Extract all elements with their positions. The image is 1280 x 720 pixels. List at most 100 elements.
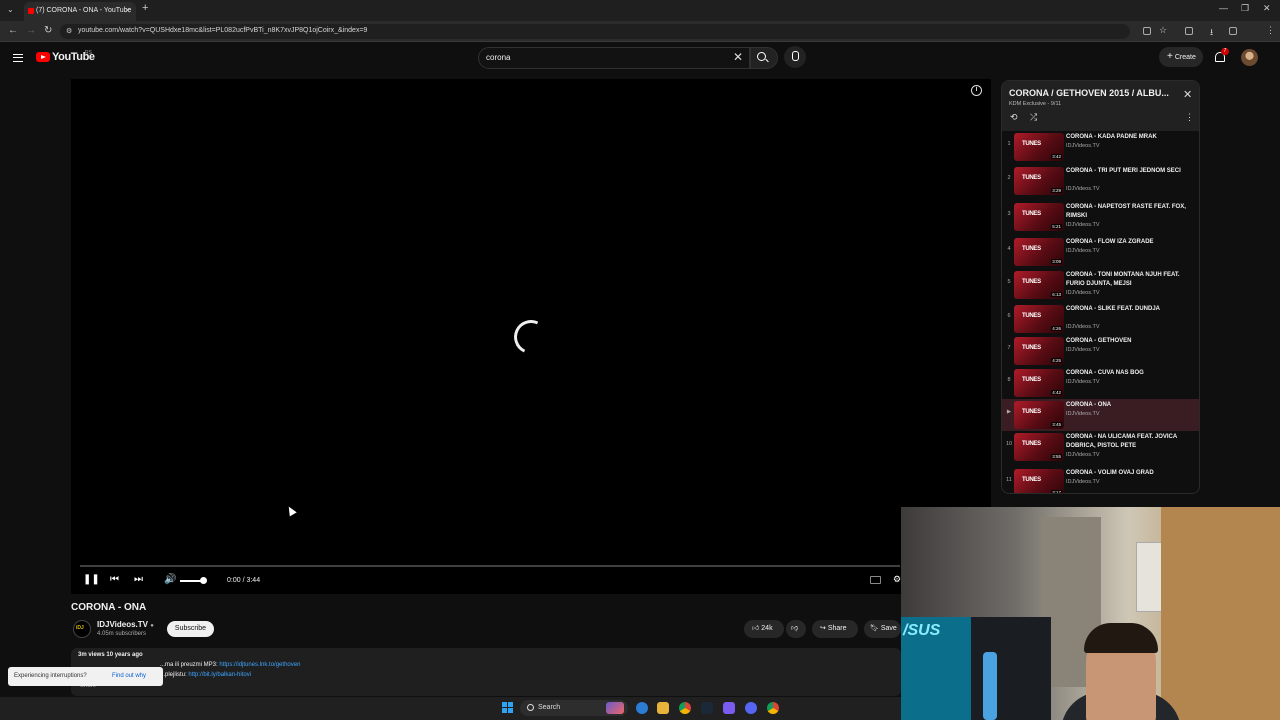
thumbs-down-icon: 👎︎ — [791, 625, 799, 632]
restore-icon[interactable]: ❐ — [1241, 3, 1249, 14]
webcam-cabinet — [1161, 507, 1280, 720]
channel-avatar[interactable] — [73, 620, 91, 638]
browser-menu-icon[interactable]: ⋮ — [1266, 25, 1275, 36]
youtube-logo-icon[interactable] — [36, 52, 50, 62]
playlist-item-channel: IDJVideos.TV — [1066, 186, 1100, 192]
new-tab-icon[interactable]: + — [142, 2, 148, 14]
playlist-more-icon[interactable]: ⋮ — [1185, 112, 1194, 123]
playlist-item-title: CORONA - TRI PUT MERI JEDNOM SECI — [1066, 168, 1181, 174]
progress-bar[interactable] — [80, 565, 900, 567]
desc-line1-text: ...ma ili preuzmi MP3: — [160, 662, 220, 668]
subtitles-icon[interactable] — [870, 576, 881, 584]
previous-icon[interactable]: ⏮ — [110, 574, 119, 585]
shuffle-icon[interactable]: ⤮ — [1030, 112, 1037, 123]
gethoven-link[interactable]: https://idjtunes.lnk.to/gethoven — [219, 662, 300, 668]
webcam-person-hair — [1084, 623, 1158, 653]
app-icon[interactable] — [723, 702, 735, 714]
extensions-icon[interactable] — [1185, 27, 1193, 35]
duration-badge: 3:55 — [1051, 454, 1062, 459]
playlist-item-number: 10 — [1005, 441, 1013, 447]
playlist-item[interactable]: 2 3:29 CORONA - TRI PUT MERI JEDNOM SECI ID… — [1002, 165, 1199, 197]
window-close-icon[interactable]: ✕ — [1263, 3, 1271, 14]
create-button[interactable]: + Create — [1159, 47, 1203, 67]
bookmark-star-icon[interactable]: ☆ — [1159, 25, 1167, 36]
playlist-item[interactable]: ▶ 3:45 CORONA - ONA IDJVideos.TV — [1002, 399, 1199, 431]
share-button[interactable]: ↪ Share — [812, 620, 858, 638]
playlist-item[interactable]: 11 3:17 CORONA - VOLIM OVAJ GRAD IDJVideos.… — [1002, 467, 1199, 493]
duration-badge: 3:09 — [1051, 259, 1062, 264]
edge-icon[interactable] — [636, 702, 648, 714]
playlist-item-thumbnail[interactable]: 4:25 — [1014, 337, 1064, 365]
playlist-close-icon[interactable]: ✕ — [1183, 88, 1192, 101]
playlist-item-title: CORONA - TONI MONTANA NJUH FEAT. FURIO D… — [1066, 272, 1180, 287]
next-icon[interactable]: ⏭ — [134, 574, 143, 585]
voice-search-icon[interactable] — [784, 46, 806, 68]
playlist-item-thumbnail[interactable]: 3:45 — [1014, 401, 1064, 429]
playlist-item-thumbnail[interactable]: 6:13 — [1014, 271, 1064, 299]
chrome-icon[interactable] — [679, 702, 691, 714]
playlist-item-thumbnail[interactable]: 3:42 — [1014, 133, 1064, 161]
channel-name-text: IDJVideos.TV — [97, 620, 148, 629]
duration-badge: 6:13 — [1051, 292, 1062, 297]
browser-tab[interactable]: (7) CORONA - ONA - YouTube ✕ — [24, 2, 136, 21]
playlist-title[interactable]: CORONA / GETHOVEN 2015 / ALBU... — [1009, 88, 1179, 98]
playlist-item[interactable]: 7 4:25 CORONA - GETHOVEN IDJVideos.TV — [1002, 335, 1199, 367]
playlist-item-number: ▶ — [1006, 409, 1012, 415]
like-button[interactable]: 👍︎ 24k — [744, 620, 784, 638]
playlist-item[interactable]: 3 5:21 CORONA - NAPETOST RASTE FEAT. FOX, … — [1002, 201, 1199, 233]
reload-icon[interactable]: ↻ — [44, 25, 52, 36]
save-button[interactable]: 🔖︎ Save — [864, 620, 901, 638]
playlist-item-thumbnail[interactable]: 3:55 — [1014, 433, 1064, 461]
chrome-alt-icon[interactable] — [767, 702, 779, 714]
playlist-item[interactable]: 8 4:42 CORONA - CUVA NAS BOG IDJVideos.TV — [1002, 367, 1199, 399]
volume-icon[interactable]: 🔊 — [164, 574, 176, 585]
steam-icon[interactable] — [701, 702, 713, 714]
extension-icon[interactable] — [1229, 27, 1237, 35]
info-icon[interactable]: i — [971, 85, 982, 96]
description-line-1: ...ma ili preuzmi MP3: https://idjtunes.… — [160, 662, 300, 668]
settings-icon[interactable]: ⚙ — [893, 574, 901, 585]
playlist-item[interactable]: 10 3:55 CORONA - NA ULICAMA FEAT. JOVICA D… — [1002, 431, 1199, 463]
playlist-header: CORONA / GETHOVEN 2015 / ALBU... KDM Exc… — [1002, 81, 1199, 131]
playlist-item[interactable]: 4 3:09 CORONA - FLOW IZA ZGRADE IDJVideos.T… — [1002, 236, 1199, 268]
taskbar-widget-icon[interactable] — [606, 702, 624, 714]
playlist-item-thumbnail[interactable]: 3:17 — [1014, 469, 1064, 493]
playlist-item[interactable]: 5 6:13 CORONA - TONI MONTANA NJUH FEAT. FU… — [1002, 269, 1199, 301]
discord-icon[interactable] — [745, 702, 757, 714]
site-info-icon[interactable]: ⚙ — [66, 27, 72, 35]
webcam-monitor-text: /SUS — [903, 622, 941, 639]
playlist-item-thumbnail[interactable]: 3:09 — [1014, 238, 1064, 266]
file-explorer-icon[interactable] — [657, 702, 669, 714]
account-avatar[interactable] — [1241, 49, 1258, 66]
download-icon[interactable]: ⭳ — [1210, 25, 1213, 41]
clear-search-icon[interactable]: ✕ — [733, 50, 743, 64]
playlist-item-title: CORONA - FLOW IZA ZGRADE — [1066, 239, 1154, 245]
windows-start-icon[interactable] — [502, 702, 513, 713]
balkan-hitovi-link[interactable]: http://bit.ly/balkan-hitovi — [188, 672, 251, 678]
find-out-why-link[interactable]: Find out why — [112, 667, 146, 686]
cast-icon[interactable] — [1143, 27, 1151, 35]
playlist-item-number: 2 — [1007, 175, 1011, 181]
channel-name[interactable]: IDJVideos.TV ● — [97, 620, 154, 629]
search-input[interactable] — [478, 47, 750, 69]
volume-knob[interactable] — [200, 577, 207, 584]
subscribe-button[interactable]: Subscribe — [167, 621, 214, 637]
pause-icon[interactable]: ❚❚ — [83, 574, 100, 585]
playlist-item[interactable]: 6 4:26 CORONA - SLIKE FEAT. DUNDJA IDJVideo… — [1002, 303, 1199, 335]
webcam-overlay: /SUS — [901, 507, 1280, 720]
playlist-item-thumbnail[interactable]: 5:21 — [1014, 203, 1064, 231]
loop-icon[interactable]: ⟲ — [1010, 112, 1018, 123]
playlist-item-title: CORONA - NAPETOST RASTE FEAT. FOX, RIMSK… — [1066, 204, 1186, 219]
tab-close-icon[interactable]: ✕ — [124, 2, 131, 19]
playlist-item[interactable]: 1 3:42 CORONA - KADA PADNE MRAK IDJVideos.T… — [1002, 131, 1199, 163]
playlist-item-thumbnail[interactable]: 4:42 — [1014, 369, 1064, 397]
menu-icon[interactable] — [13, 54, 23, 62]
back-icon[interactable]: ← — [8, 25, 18, 36]
minimize-icon[interactable]: — — [1219, 3, 1228, 13]
playlist-item-thumbnail[interactable]: 4:26 — [1014, 305, 1064, 333]
tab-list-icon[interactable]: ⌄ — [7, 5, 14, 14]
dislike-button[interactable]: 👎︎ — [786, 620, 806, 638]
playlist-item-thumbnail[interactable]: 3:29 — [1014, 167, 1064, 195]
forward-icon[interactable]: → — [26, 25, 36, 36]
playlist-item-channel: IDJVideos.TV — [1066, 324, 1100, 330]
